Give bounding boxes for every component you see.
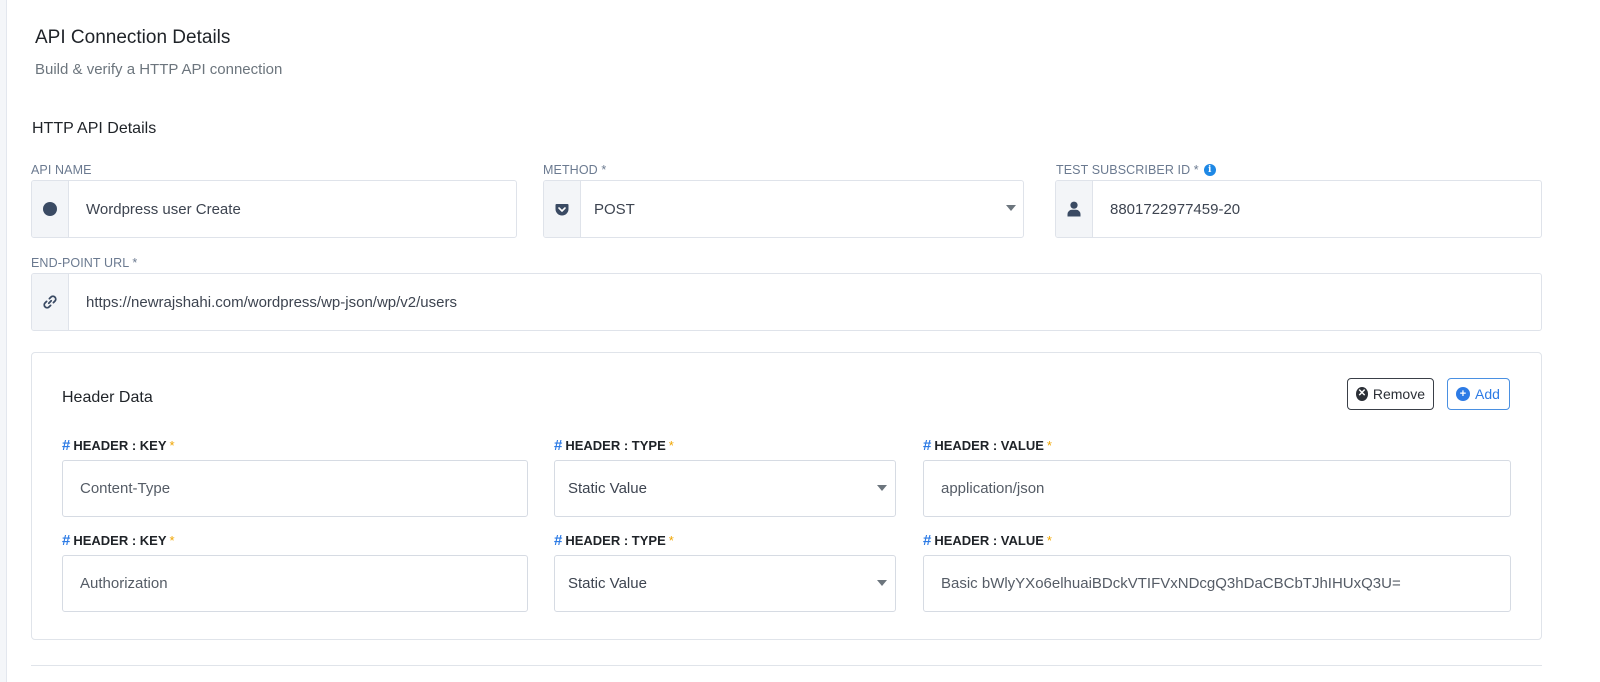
- hash-icon: #: [923, 532, 932, 549]
- api-name-field[interactable]: Wordpress user Create: [31, 180, 517, 238]
- hash-icon: #: [554, 437, 563, 454]
- header-value-label-text: HEADER : VALUE: [934, 533, 1044, 548]
- endpoint-label-text: END-POINT URL *: [31, 256, 138, 270]
- method-prefix: [544, 181, 581, 237]
- hash-icon: #: [62, 532, 71, 549]
- header-type-value: Static Value: [568, 480, 647, 497]
- header-type-label-text: HEADER : TYPE: [565, 438, 666, 453]
- test-subscriber-field[interactable]: 8801722977459-20: [1055, 180, 1542, 238]
- header-key-label-text: HEADER : KEY: [73, 438, 167, 453]
- close-circle-icon: ✕: [1356, 387, 1368, 401]
- method-label-text: METHOD *: [543, 163, 607, 177]
- header-value-input[interactable]: Basic bWlyYXo6elhuaiBDckVTIFVxNDcgQ3hDaC…: [923, 555, 1511, 612]
- chevron-down-icon: [1006, 205, 1016, 211]
- test-subscriber-input[interactable]: 8801722977459-20: [1093, 181, 1541, 237]
- required-marker: *: [169, 438, 175, 453]
- header-value-label-text: HEADER : VALUE: [934, 438, 1044, 453]
- endpoint-field[interactable]: https://newrajshahi.com/wordpress/wp-jso…: [31, 273, 1542, 331]
- method-select[interactable]: POST: [543, 180, 1024, 238]
- hash-icon: #: [62, 437, 71, 454]
- required-marker: *: [1046, 533, 1052, 548]
- info-icon[interactable]: i: [1203, 164, 1216, 176]
- chevron-down-icon: [877, 580, 887, 586]
- header-value-label: # HEADER : VALUE *: [923, 532, 1052, 549]
- header-data-title: Header Data: [62, 389, 153, 406]
- required-marker: *: [668, 533, 674, 548]
- header-key-label: # HEADER : KEY *: [62, 437, 175, 454]
- page-subtitle: Build & verify a HTTP API connection: [35, 61, 283, 78]
- user-icon: [1067, 201, 1081, 217]
- test-subscriber-label: TEST SUBSCRIBER ID * i: [1056, 163, 1216, 177]
- header-type-label: # HEADER : TYPE *: [554, 532, 674, 549]
- header-type-select[interactable]: Static Value: [554, 460, 896, 517]
- header-value-input[interactable]: application/json: [923, 460, 1511, 517]
- header-key-input[interactable]: Authorization: [62, 555, 528, 612]
- api-name-input[interactable]: Wordpress user Create: [69, 181, 516, 237]
- required-marker: *: [668, 438, 674, 453]
- api-name-label-text: API NAME: [31, 163, 92, 177]
- method-value-text: POST: [594, 200, 635, 218]
- required-marker: *: [1046, 438, 1052, 453]
- plus-circle-icon: +: [1456, 387, 1470, 401]
- header-type-select[interactable]: Static Value: [554, 555, 896, 612]
- header-data-card: Header Data ✕ Remove + Add # HEADER : KE…: [31, 352, 1542, 640]
- header-type-label: # HEADER : TYPE *: [554, 437, 674, 454]
- test-subscriber-label-text: TEST SUBSCRIBER ID *: [1056, 163, 1199, 177]
- method-label: METHOD *: [543, 163, 606, 177]
- next-section-border: [31, 665, 1542, 666]
- pocket-icon: [555, 204, 569, 216]
- header-value-label: # HEADER : VALUE *: [923, 437, 1052, 454]
- endpoint-input[interactable]: https://newrajshahi.com/wordpress/wp-jso…: [69, 274, 1541, 330]
- hash-icon: #: [554, 532, 563, 549]
- header-key-input[interactable]: Content-Type: [62, 460, 528, 517]
- header-key-label: # HEADER : KEY *: [62, 532, 175, 549]
- chevron-down-icon: [877, 485, 887, 491]
- circle-icon: [43, 202, 57, 216]
- required-marker: *: [169, 533, 175, 548]
- section-title: HTTP API Details: [32, 120, 157, 137]
- endpoint-prefix: [32, 274, 69, 330]
- header-type-label-text: HEADER : TYPE: [565, 533, 666, 548]
- test-subscriber-prefix: [1056, 181, 1093, 237]
- remove-button-label: Remove: [1372, 386, 1425, 402]
- method-value[interactable]: POST: [581, 181, 1023, 237]
- api-name-prefix: [32, 181, 69, 237]
- header-key-label-text: HEADER : KEY: [73, 533, 167, 548]
- endpoint-label: END-POINT URL *: [31, 256, 137, 270]
- add-button[interactable]: + Add: [1447, 378, 1510, 410]
- link-icon: [43, 295, 57, 309]
- page-title: API Connection Details: [35, 27, 231, 48]
- api-name-label: API NAME: [31, 163, 92, 177]
- hash-icon: #: [923, 437, 932, 454]
- remove-button[interactable]: ✕ Remove: [1347, 378, 1434, 410]
- add-button-label: Add: [1475, 386, 1500, 402]
- header-type-value: Static Value: [568, 575, 647, 592]
